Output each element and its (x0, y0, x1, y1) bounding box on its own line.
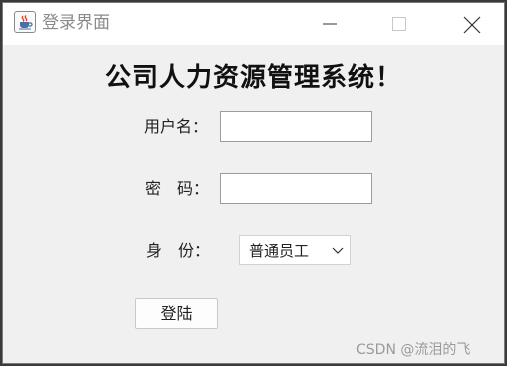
minimize-icon (323, 23, 337, 25)
username-label: 用户名： (144, 117, 209, 136)
role-select[interactable]: 普通员工 (239, 235, 351, 265)
login-button[interactable]: 登陆 (135, 298, 218, 329)
maximize-button[interactable] (376, 3, 422, 45)
watermark: CSDN @流泪的飞 (356, 342, 471, 358)
window-title: 登录界面 (42, 13, 110, 33)
close-icon (463, 16, 481, 34)
password-input[interactable] (220, 173, 372, 204)
close-button[interactable] (448, 3, 494, 45)
page-title: 公司人力资源管理系统！ (104, 63, 402, 93)
role-label: 身 份： (146, 241, 211, 260)
chevron-down-icon (332, 247, 344, 254)
java-cup-icon (14, 11, 36, 33)
login-window: 登录界面 公司人力资源管理系统！ 用户名： 密 码： 身 份： 普通员工 登陆 (2, 2, 505, 364)
username-input[interactable] (220, 111, 372, 142)
role-selected-value: 普通员工 (249, 242, 310, 260)
maximize-icon (392, 17, 406, 31)
password-label: 密 码： (145, 179, 210, 198)
title-bar[interactable]: 登录界面 (3, 3, 504, 45)
minimize-button[interactable] (307, 3, 353, 45)
